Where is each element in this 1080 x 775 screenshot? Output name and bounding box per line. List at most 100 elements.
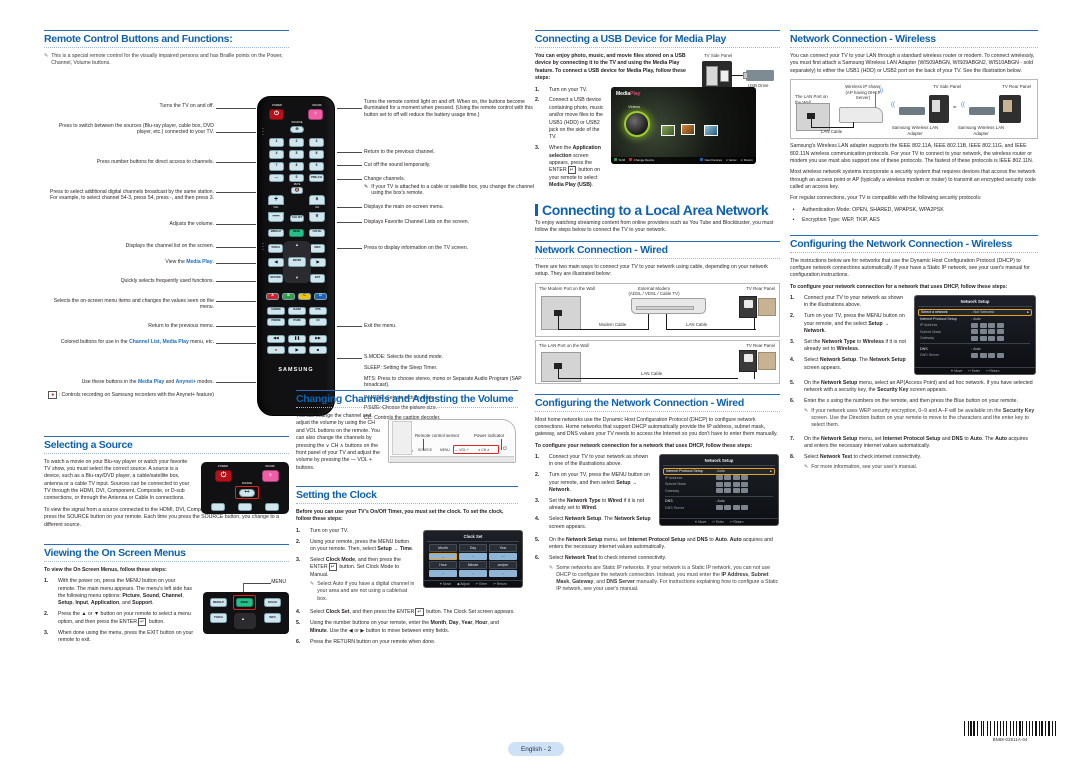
list-item: 2. Press the ▲ or ▼ button on your remote… [44,611,191,626]
clock-field-minute[interactable]: Minute -- [459,561,487,578]
osd-row-gateway[interactable]: Gateway [918,335,1032,342]
config-wired-note: ✎ Some networks are Static IP networks. I… [549,564,779,593]
remote-dpad-up[interactable]: ▲ [288,241,306,249]
callout-light: Turns the remote control light on and of… [364,98,533,119]
footer-sum: SUM [614,158,625,162]
list-item: 7. On the Network Setup menu, set Interne… [790,435,1028,450]
remote-rewind-button[interactable]: ◀◀ [267,334,285,343]
divider [535,257,780,259]
remote-source-button[interactable]: ⊖ [290,125,304,133]
section-heading-config-wired: Configuring the Network Connection - Wir… [535,396,744,409]
column-three: Connecting a USB Device for Media Play Y… [535,30,780,600]
remote-color-a-button[interactable]: A [266,292,279,300]
callout-media-play-link[interactable]: Media Play [186,259,212,265]
list-item: 1. With the power on, press the MENU butt… [44,578,193,607]
osd-row-dns-server[interactable]: DNS Server [663,505,775,512]
remote-pmode-button[interactable]: P.MODE [267,317,285,326]
selecting-source-paragraph-1: To watch a movie on your Blu-ray player … [44,458,190,502]
list-item: 1. Connect your TV to your network as sho… [535,454,649,468]
braille-dots-volume [262,241,264,252]
remote-return-button[interactable]: RETURN [268,273,283,283]
osd-title: Clock Set [427,533,519,542]
remote-exit-button[interactable]: EXIT [310,273,325,283]
clock-field-day[interactable]: Day -- [459,543,487,560]
thumbnail[interactable] [704,124,718,136]
list-item: 1. Turn on your TV. [296,527,349,534]
remote-dash-button[interactable]: — [269,173,284,182]
list-item: 1. Connect your TV to your network as sho… [790,295,904,309]
callout-dpad: Selects the on-screen menu items and cha… [53,297,214,311]
remote-dpad-left[interactable]: ◀ [268,257,284,267]
remote-pause-button[interactable]: ❚❚ [288,334,306,343]
clock-field-hour[interactable]: Hour -- [429,561,457,578]
remote-fastforward-button[interactable]: ▶▶ [309,334,327,343]
remote-dpad-right[interactable]: ▶ [310,257,326,267]
usb-paragraph: You can enjoy photo, music, and movie fi… [535,53,686,82]
clock-field-year[interactable]: Year ---- [489,543,517,560]
list-item: 6. Enter the s using the numbers on the r… [790,398,1038,432]
remote-number-1[interactable]: 1 [269,137,284,147]
film-reel-icon [624,110,650,137]
wireless-paragraph-3: Most wireless network systems incorporat… [790,169,1036,191]
remote-record-button[interactable]: ● [267,345,285,354]
remote-sleep-button[interactable]: SLEEP [288,306,306,315]
osd-footer: ✦ Move ↵ Enter ↩ Return [915,367,1035,373]
remote-color-d-button[interactable]: D [314,292,327,300]
remote-channel-up-button[interactable]: ∧ [309,194,325,205]
remote-channel-down-button[interactable]: ∨ [309,211,325,222]
remote-number-4[interactable]: 4 [269,149,284,159]
callout-exit: Exit the menu. [364,322,397,329]
osd-row-gateway[interactable]: Gateway [663,488,775,495]
remote-number-6[interactable]: 6 [309,149,324,159]
thumbnail[interactable] [661,124,675,136]
remote-power-button[interactable]: ⏻ [269,108,284,120]
remote-volume-down-button[interactable]: — [268,211,284,222]
remote-prech-button[interactable]: PRE-CH [309,173,324,182]
remote-mediap-button[interactable]: MEDIA.P [268,228,284,237]
remote-smode-button[interactable]: S.MODE [267,306,285,315]
wireless-paragraph-2: Samsung's Wireless LAN adapter supports … [790,143,1034,164]
remote-number-8[interactable]: 8 [289,161,304,171]
remote-volume-up-button[interactable]: + [268,194,284,205]
thumbnail[interactable] [681,123,695,135]
clock-field-month[interactable]: Month -- [429,543,457,560]
remote-number-2[interactable]: 2 [289,137,304,147]
barcode: BN68-02611A-04 [964,721,1056,742]
remote-number-7[interactable]: 7 [269,161,284,171]
remote-cc-button[interactable]: CC [309,317,327,326]
pencil-icon: ✎ [310,581,315,588]
footer-new-devices: New Devices [700,158,722,162]
remote-play-button[interactable]: ▶ [288,345,306,354]
remote-mute-button[interactable]: 🔇 [291,186,303,194]
network-setup-osd-wireless: Network Setup Select a network: Not Sele… [914,295,1036,376]
pencil-icon: ✎ [549,564,554,571]
callout-channel-list: Displays the channel list on the screen. [125,242,214,249]
remote-number-9[interactable]: 9 [309,161,324,171]
clock-intro: Before you can use your TV's On/Off Time… [296,509,504,523]
remote-dpad-down[interactable]: ▼ [288,274,306,282]
remote-favch-button[interactable]: FAV.CH [309,228,325,237]
remote-stop-button[interactable]: ■ [309,345,327,354]
column-one: Remote Control Buttons and Functions: ✎ … [44,30,534,648]
remote-tools-button[interactable]: TOOLS [268,243,283,253]
remote-enter-button[interactable]: ENTER [288,256,306,267]
remote-light-button[interactable]: ♀ [308,108,323,120]
list-item: • Authentication Mode: OPEN, SHARED, WPAP… [790,207,1038,214]
clock-field-ampm[interactable]: am/pm -- [489,561,517,578]
divider [296,503,518,505]
osd-row-dns-server[interactable]: DNS Server [918,352,1032,359]
remote-psize-button[interactable]: P.SIZE [288,317,306,326]
remote-number-3[interactable]: 3 [309,137,324,147]
remote-chlist-button[interactable]: CH LIST [290,214,304,222]
remote-color-c-button[interactable]: C [298,292,311,300]
remote-mts-button[interactable]: MTS [309,306,327,315]
list-item: 3. When done using the menu, press the EX… [44,629,194,643]
remote-color-b-button[interactable]: B [282,292,295,300]
callout-mute: Cut off the sound temporarily. [364,161,431,168]
remote-number-5[interactable]: 5 [289,149,304,159]
list-item: 4. Select Network Setup. The Network Setu… [790,357,906,371]
remote-number-0[interactable]: 0 [289,173,304,182]
remote-info-button[interactable]: INFO [310,243,325,253]
remote-menu-button[interactable]: MENU [289,228,304,237]
callout-color-buttons: Colored buttons for use in the Channel L… [60,338,214,345]
